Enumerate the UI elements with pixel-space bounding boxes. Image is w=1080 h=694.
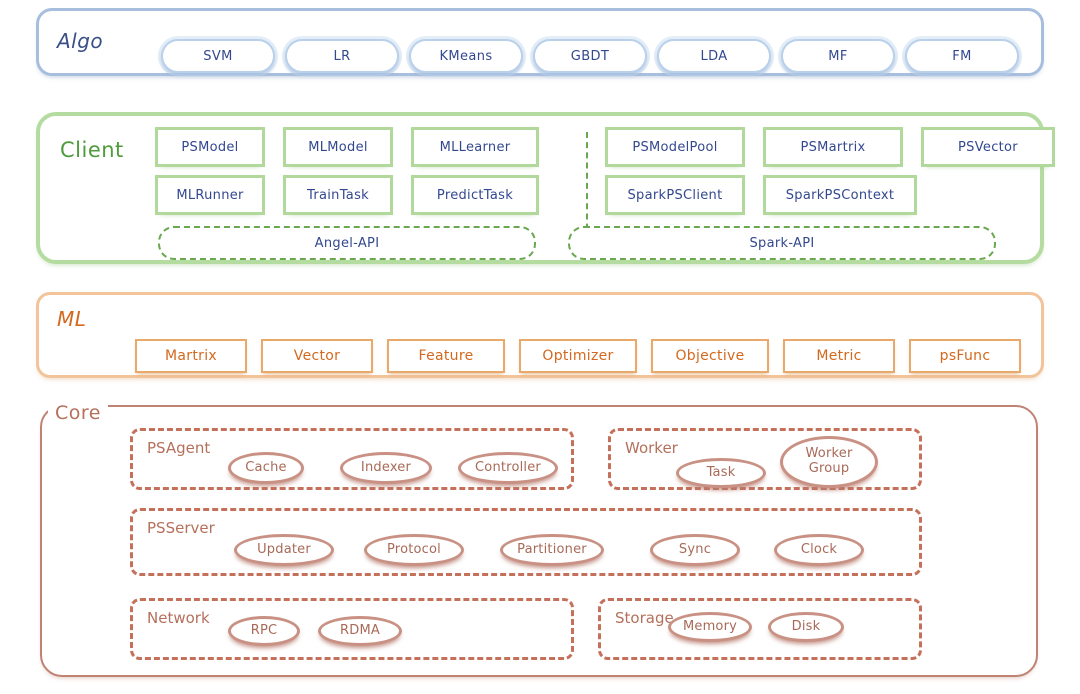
ml-item-feature[interactable]: Feature <box>387 339 505 373</box>
algo-item-gbdt[interactable]: GBDT <box>533 39 647 73</box>
client-spark-api[interactable]: Spark-API <box>568 226 996 260</box>
ml-layer: ML Martrix Vector Feature Optimizer Obje… <box>36 292 1044 378</box>
algo-item-fm[interactable]: FM <box>905 39 1019 73</box>
client-layer-label: Client <box>60 138 124 162</box>
core-item-protocol[interactable]: Protocol <box>364 534 464 566</box>
core-item-memory[interactable]: Memory <box>668 612 752 642</box>
core-item-updater[interactable]: Updater <box>234 534 334 566</box>
core-item-controller[interactable]: Controller <box>458 452 558 484</box>
core-item-cache[interactable]: Cache <box>228 452 304 484</box>
core-item-task[interactable]: Task <box>676 458 766 488</box>
client-item-sparkpscontext[interactable]: SparkPSContext <box>766 178 914 212</box>
core-group-storage: Storage <box>598 598 922 660</box>
algo-item-kmeans[interactable]: KMeans <box>409 39 523 73</box>
core-item-partitioner[interactable]: Partitioner <box>500 534 604 566</box>
client-item-psvector[interactable]: PSVector <box>924 130 1052 164</box>
core-item-worker-group-line2: Group <box>808 461 850 476</box>
core-group-storage-label: Storage <box>615 609 674 627</box>
client-item-mlrunner[interactable]: MLRunner <box>158 178 262 212</box>
ml-item-optimizer[interactable]: Optimizer <box>519 339 637 373</box>
ml-item-martrix[interactable]: Martrix <box>135 339 247 373</box>
ml-item-psfunc[interactable]: psFunc <box>909 339 1021 373</box>
core-item-disk[interactable]: Disk <box>768 612 844 642</box>
algo-item-lr[interactable]: LR <box>285 39 399 73</box>
core-item-indexer[interactable]: Indexer <box>340 452 432 484</box>
core-item-clock[interactable]: Clock <box>774 534 864 566</box>
ml-layer-label: ML <box>57 307 87 331</box>
core-group-network-label: Network <box>147 609 210 627</box>
core-group-worker-label: Worker <box>625 439 678 457</box>
algo-item-mf[interactable]: MF <box>781 39 895 73</box>
core-item-rpc[interactable]: RPC <box>228 616 300 646</box>
algo-layer: Algo SVM LR KMeans GBDT LDA MF FM <box>36 8 1044 76</box>
client-item-psmartrix[interactable]: PSMartrix <box>766 130 900 164</box>
core-group-psserver-label: PSServer <box>147 519 215 537</box>
client-item-predicttask[interactable]: PredictTask <box>414 178 536 212</box>
core-item-sync[interactable]: Sync <box>650 534 740 566</box>
client-item-mlmodel[interactable]: MLModel <box>286 130 390 164</box>
core-item-worker-group-line1: Worker <box>805 446 853 462</box>
client-angel-api[interactable]: Angel-API <box>158 226 536 260</box>
algo-item-lda[interactable]: LDA <box>657 39 771 73</box>
client-item-mllearner[interactable]: MLLearner <box>414 130 536 164</box>
core-layer-label: Core <box>48 402 108 424</box>
ml-item-vector[interactable]: Vector <box>261 339 373 373</box>
client-item-psmodel[interactable]: PSModel <box>158 130 262 164</box>
client-item-psmodelpool[interactable]: PSModelPool <box>608 130 742 164</box>
core-group-psagent-label: PSAgent <box>147 439 211 457</box>
core-item-worker-group[interactable]: Worker Group <box>780 436 878 488</box>
client-layer: Client PSModel MLModel MLLearner MLRunne… <box>36 112 1052 264</box>
architecture-diagram: Algo SVM LR KMeans GBDT LDA MF FM Client… <box>0 0 1080 694</box>
client-item-sparkpsclient[interactable]: SparkPSClient <box>608 178 742 212</box>
algo-layer-label: Algo <box>57 29 104 53</box>
algo-item-svm[interactable]: SVM <box>161 39 275 73</box>
ml-item-metric[interactable]: Metric <box>783 339 895 373</box>
client-item-traintask[interactable]: TrainTask <box>286 178 390 212</box>
core-item-rdma[interactable]: RDMA <box>318 616 402 646</box>
ml-item-objective[interactable]: Objective <box>651 339 769 373</box>
